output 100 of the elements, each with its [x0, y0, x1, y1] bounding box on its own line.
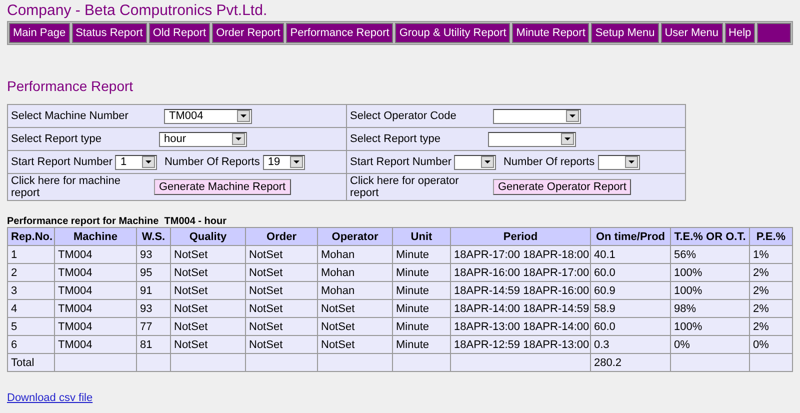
table-cell: Minute: [392, 246, 450, 264]
generate-report-button[interactable]: Generate Machine Report: [154, 179, 291, 195]
page-title: Performance Report: [7, 78, 134, 94]
table-cell: NotSet: [246, 318, 318, 336]
column-header: T.E.% OR O.T.: [670, 228, 750, 246]
table-cell: TM004: [54, 336, 136, 354]
column-header: Unit: [392, 228, 450, 246]
field-label: Select Machine Number: [11, 110, 130, 122]
nav-link[interactable]: Setup Menu: [591, 23, 659, 43]
table-cell: 18APR-14:59 18APR-16:00: [450, 282, 590, 300]
table-cell: 91: [136, 282, 170, 300]
field-label: Click here for machine report: [11, 175, 122, 199]
table-cell: 2%: [750, 264, 792, 282]
table-cell: Minute: [392, 264, 450, 282]
table-cell: 2: [8, 264, 54, 282]
table-cell: 58.9: [590, 300, 670, 318]
table-cell: 60.9: [590, 282, 670, 300]
table-cell: 280.2: [590, 354, 670, 372]
nav-link[interactable]: Status Report: [72, 23, 147, 43]
table-cell: NotSet: [318, 336, 392, 354]
table-cell: 60.0: [590, 264, 670, 282]
field-label: Number Of reports: [503, 156, 595, 168]
table-cell: TM004: [54, 300, 136, 318]
nav-link[interactable]: Main Page: [9, 23, 70, 43]
table-cell: 81: [136, 336, 170, 354]
table-cell: NotSet: [318, 300, 392, 318]
field-label: Select Report type: [350, 133, 442, 145]
dropdown-field[interactable]: 19: [262, 154, 305, 170]
table-cell: NotSet: [246, 264, 318, 282]
field-label: Start Report Number: [350, 156, 452, 168]
table-cell: NotSet: [170, 300, 246, 318]
nav-link[interactable]: Order Report: [212, 23, 284, 43]
table-cell: 18APR-14:00 18APR-14:59: [450, 300, 590, 318]
table-cell: 1: [8, 246, 54, 264]
table-cell: Minute: [392, 300, 450, 318]
table-cell: 100%: [670, 282, 750, 300]
table-cell: Mohan: [318, 282, 392, 300]
nav-link[interactable]: User Menu: [660, 23, 723, 43]
table-cell: 4: [8, 300, 54, 318]
table-cell: 0.3: [590, 336, 670, 354]
column-header: Period: [450, 228, 590, 246]
table-cell: 77: [136, 318, 170, 336]
table-cell: NotSet: [170, 264, 246, 282]
table-cell: NotSet: [170, 318, 246, 336]
table-cell: NotSet: [246, 336, 318, 354]
table-cell: 18APR-16:00 18APR-17:00: [450, 264, 590, 282]
table-cell: NotSet: [246, 246, 318, 264]
column-header: W.S.: [136, 228, 170, 246]
nav-link[interactable]: Group & Utility Report: [395, 23, 510, 43]
dropdown-field[interactable]: 1: [115, 154, 158, 170]
dropdown-field[interactable]: TM004: [164, 108, 252, 124]
table-cell: Mohan: [318, 264, 392, 282]
field-label: Select Report type: [11, 133, 102, 145]
table-cell: NotSet: [170, 282, 246, 300]
download-link[interactable]: Download csv file: [7, 392, 93, 404]
table-cell: 56%: [670, 246, 750, 264]
nav-link[interactable]: Performance Report: [286, 23, 394, 43]
table-cell: 100%: [670, 264, 750, 282]
table-cell: Total: [8, 354, 54, 372]
column-header: Machine: [54, 228, 136, 246]
table-cell: 93: [136, 246, 170, 264]
table-cell: 0%: [750, 336, 792, 354]
generate-report-button[interactable]: Generate Operator Report: [493, 179, 632, 195]
table-cell: TM004: [54, 246, 136, 264]
field-label: Select Operator Code: [350, 110, 458, 122]
column-header: P.E.%: [750, 228, 792, 246]
table-cell: 40.1: [590, 246, 670, 264]
table-cell: 60.0: [590, 318, 670, 336]
field-label: Start Report Number: [11, 156, 112, 168]
dropdown-field[interactable]: hour: [159, 132, 247, 146]
table-cell: 18APR-13:00 18APR-14:00: [450, 318, 590, 336]
field-label: Click here for operator report: [350, 175, 460, 199]
nav-link[interactable]: Minute Report: [512, 23, 590, 43]
table-cell: 2%: [750, 318, 792, 336]
table-cell: 6: [8, 336, 54, 354]
table-cell: 93: [136, 300, 170, 318]
table-cell: NotSet: [246, 300, 318, 318]
table-cell: 98%: [670, 300, 750, 318]
table-cell: 2%: [750, 300, 792, 318]
column-header: Order: [246, 228, 318, 246]
nav-link[interactable]: Old Report: [148, 23, 210, 43]
table-cell: Mohan: [318, 246, 392, 264]
dropdown-field[interactable]: [454, 154, 496, 170]
table-cell: 2%: [750, 282, 792, 300]
dropdown-field[interactable]: [488, 132, 576, 146]
table-cell: 95: [136, 264, 170, 282]
table-cell: 18APR-17:00 18APR-18:00: [450, 246, 590, 264]
report-caption: Performance report for Machine TM004 - hour: [7, 216, 226, 227]
nav-link[interactable]: Help: [724, 23, 756, 43]
table-cell: TM004: [54, 264, 136, 282]
column-header: Rep.No.: [8, 228, 54, 246]
table-cell: NotSet: [170, 246, 246, 264]
column-header: Quality: [170, 228, 246, 246]
dropdown-field[interactable]: [493, 108, 581, 124]
table-cell: 100%: [670, 318, 750, 336]
dropdown-field[interactable]: [598, 154, 640, 170]
table-cell: Minute: [392, 282, 450, 300]
column-header: On time/Prod: [590, 228, 670, 246]
table-cell: Minute: [392, 318, 450, 336]
table-cell: 3: [8, 282, 54, 300]
